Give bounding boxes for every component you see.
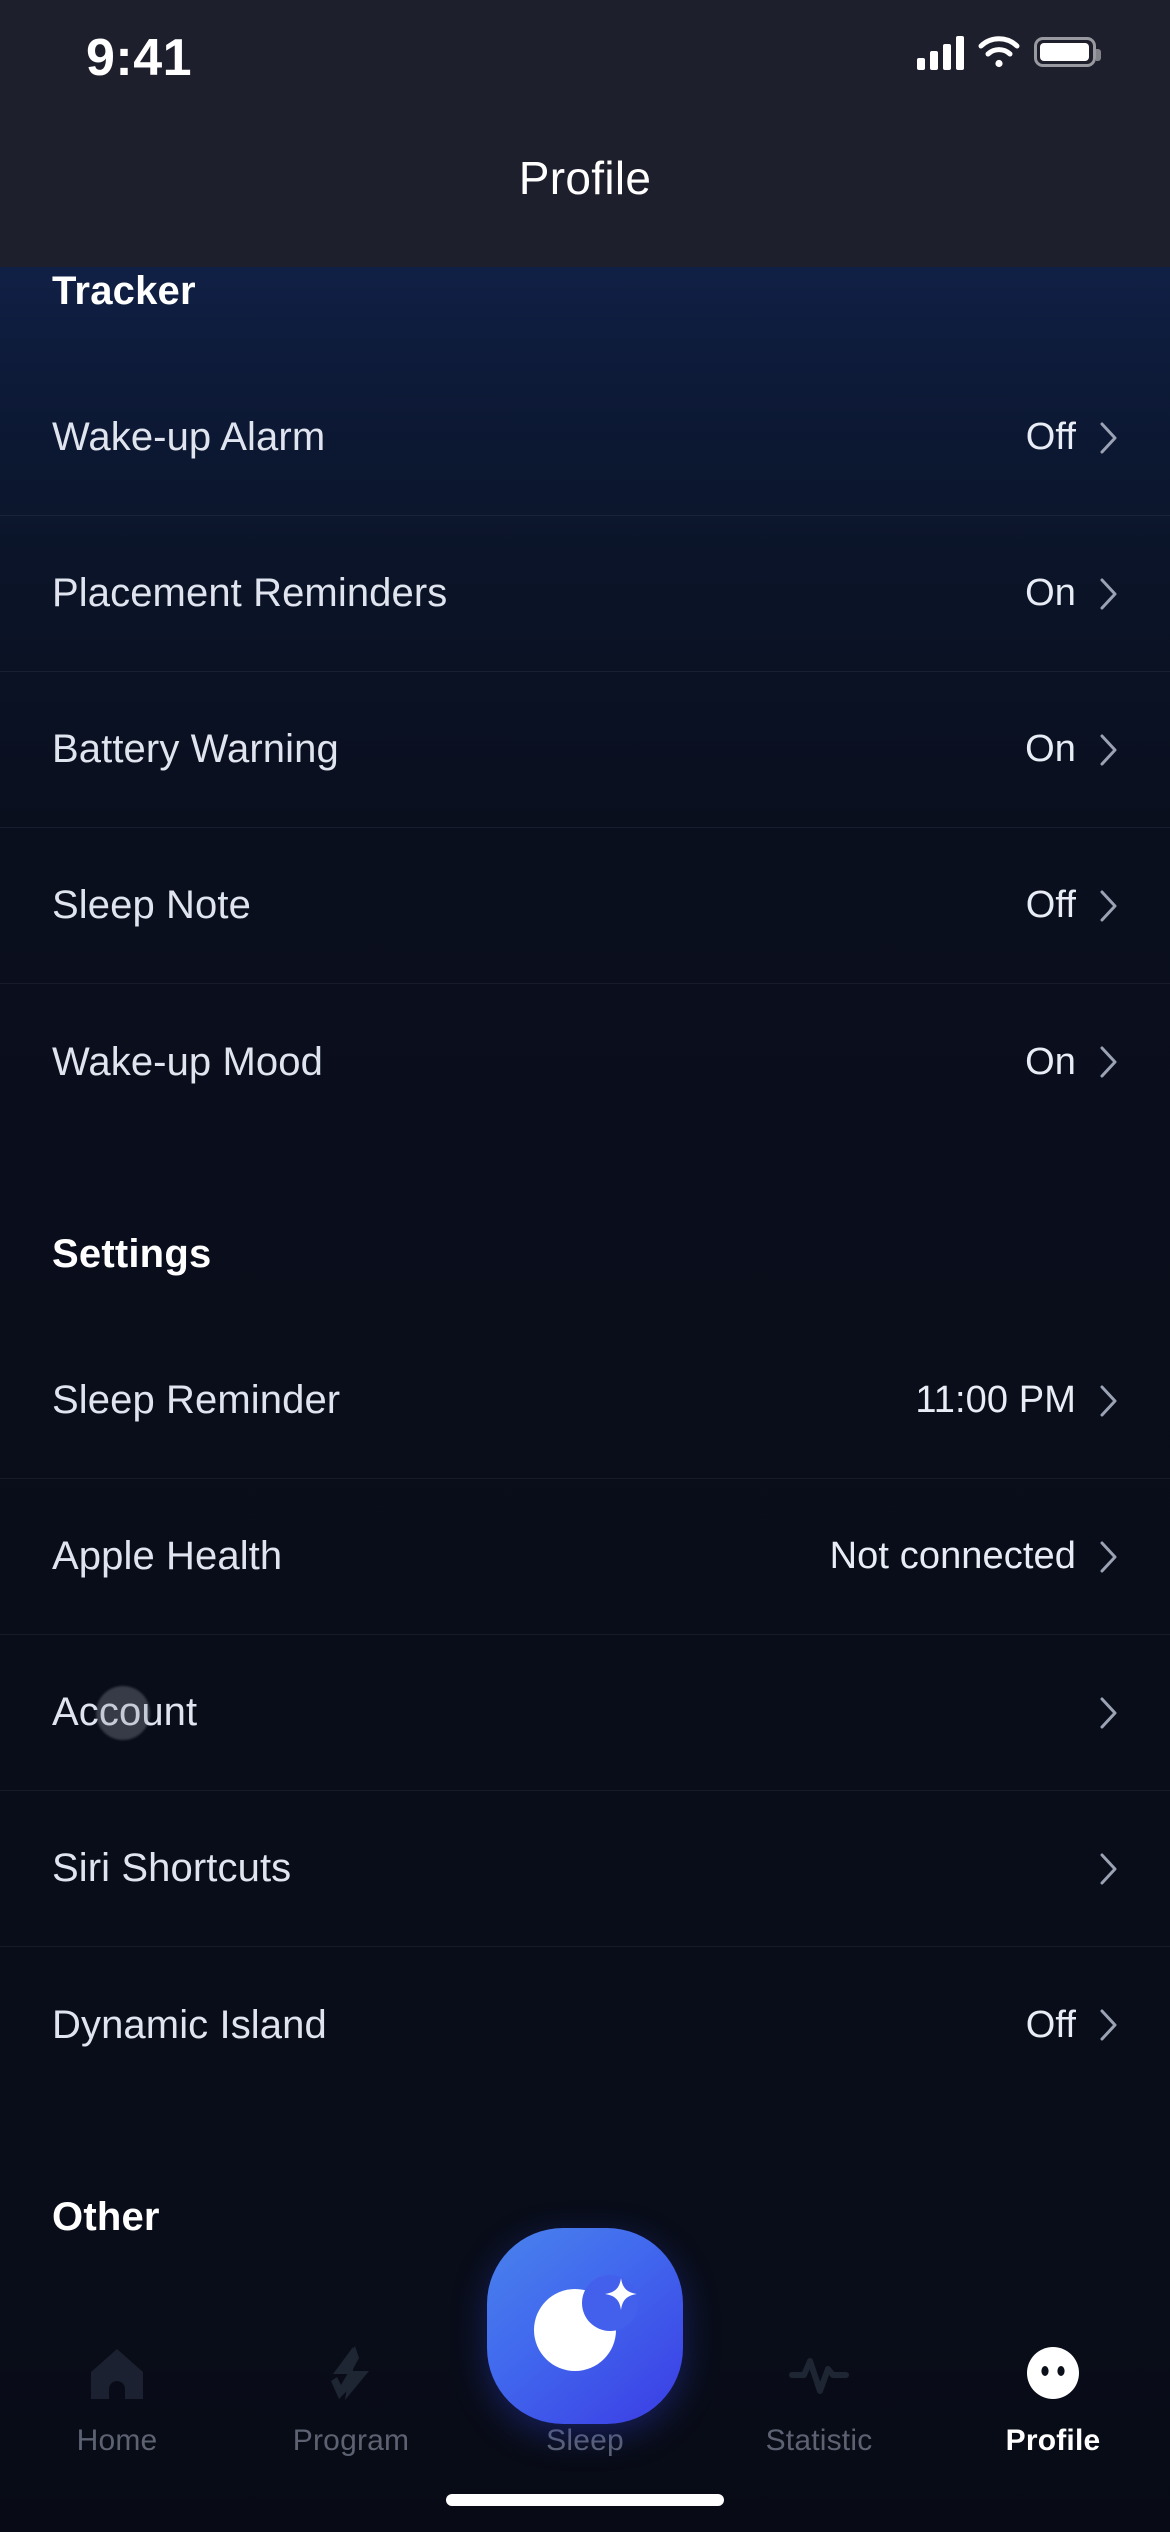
row-dynamic-island[interactable]: Dynamic Island Off	[0, 1947, 1170, 2103]
row-siri-shortcuts[interactable]: Siri Shortcuts	[0, 1791, 1170, 1947]
chevron-right-icon	[1100, 1541, 1118, 1573]
signal-bars-icon	[917, 34, 964, 70]
tab-label: Home	[76, 2424, 158, 2457]
settings-scroll-area[interactable]: Tracker Wake-up Alarm Off Placement Remi…	[0, 267, 1170, 2532]
row-accessory	[1076, 1853, 1118, 1885]
tab-profile[interactable]: Profile	[936, 2336, 1170, 2458]
section-header-tracker: Tracker	[52, 269, 196, 313]
row-accessory: Off	[1026, 884, 1118, 927]
row-value: On	[1025, 572, 1076, 614]
chevron-right-icon	[1100, 2009, 1118, 2041]
chevron-right-icon	[1100, 578, 1118, 610]
tab-program[interactable]: Program	[234, 2336, 468, 2458]
row-label: Battery Warning	[52, 727, 339, 771]
row-accessory	[1076, 1697, 1118, 1729]
chevron-right-icon	[1100, 890, 1118, 922]
row-value: Off	[1025, 416, 1076, 458]
row-label: Sleep Reminder	[52, 1378, 341, 1422]
face-circle-icon	[1021, 2336, 1085, 2410]
row-value: Off	[1025, 884, 1076, 926]
row-label: Apple Health	[52, 1534, 283, 1578]
row-value: Off	[1025, 2003, 1076, 2046]
row-accessory: On	[1025, 728, 1118, 771]
row-accessory: On	[1025, 572, 1118, 615]
row-accessory: On	[1025, 1041, 1118, 1084]
sleep-action-button[interactable]	[487, 2228, 683, 2424]
status-bar: 9:41	[0, 0, 1170, 160]
row-placement-reminders[interactable]: Placement Reminders On	[0, 516, 1170, 672]
app-screen: Tracker Wake-up Alarm Off Placement Remi…	[0, 0, 1170, 2532]
row-sleep-note[interactable]: Sleep Note Off	[0, 828, 1170, 984]
chevron-right-icon	[1100, 1853, 1118, 1885]
row-accessory: Off	[1026, 2004, 1118, 2047]
pulse-line-icon	[787, 2336, 851, 2410]
chevron-right-icon	[1100, 734, 1118, 766]
status-indicators	[917, 34, 1101, 70]
bottom-tab-bar: Home Program Sleep Statistic Profile	[0, 2228, 1170, 2532]
row-value: Not connected	[829, 1535, 1076, 1577]
status-time: 9:41	[86, 29, 193, 87]
row-sleep-reminder[interactable]: Sleep Reminder 11:00 PM	[0, 1323, 1170, 1479]
row-label: Wake-up Alarm	[52, 415, 326, 459]
row-accessory: Off	[1026, 416, 1118, 459]
battery-icon	[1034, 37, 1101, 67]
row-label: Sleep Note	[52, 883, 251, 927]
row-accessory: 11:00 PM	[915, 1379, 1118, 1422]
tap-ripple-indicator	[96, 1685, 150, 1740]
page-title: Profile	[518, 152, 652, 204]
row-label: Wake-up Mood	[52, 1039, 323, 1084]
row-account[interactable]: Account	[0, 1635, 1170, 1791]
chevron-right-icon	[1100, 1697, 1118, 1729]
chevron-right-icon	[1100, 422, 1118, 454]
tab-list: Home Program Sleep Statistic Profile	[0, 2228, 1170, 2458]
house-icon	[85, 2336, 149, 2410]
chevron-right-icon	[1100, 1385, 1118, 1417]
wifi-icon	[978, 35, 1020, 69]
tab-label: Sleep	[546, 2424, 624, 2457]
tab-label: Profile	[1005, 2424, 1101, 2457]
chevron-right-icon	[1100, 1046, 1118, 1078]
row-label: Siri Shortcuts	[52, 1846, 292, 1890]
row-accessory: Not connected	[830, 1535, 1118, 1578]
tab-sleep[interactable]: Sleep	[468, 2228, 702, 2458]
row-wake-up-mood[interactable]: Wake-up Mood On	[0, 984, 1170, 1140]
row-value: 11:00 PM	[915, 1379, 1076, 1421]
row-label: Placement Reminders	[52, 571, 448, 615]
row-label: Dynamic Island	[52, 2002, 327, 2047]
row-wake-up-alarm[interactable]: Wake-up Alarm Off	[0, 360, 1170, 516]
tab-label: Program	[292, 2424, 410, 2457]
row-apple-health[interactable]: Apple Health Not connected	[0, 1479, 1170, 1635]
lightning-bolt-icon	[319, 2336, 383, 2410]
crescent-moon-sparkle-icon	[530, 2271, 640, 2381]
tab-home[interactable]: Home	[0, 2336, 234, 2458]
home-indicator[interactable]	[446, 2494, 724, 2506]
section-header-settings: Settings	[52, 1232, 212, 1276]
row-battery-warning[interactable]: Battery Warning On	[0, 672, 1170, 828]
row-value: On	[1025, 728, 1076, 770]
row-value: On	[1025, 1040, 1076, 1083]
tab-label: Statistic	[765, 2424, 873, 2457]
tab-statistic[interactable]: Statistic	[702, 2336, 936, 2458]
